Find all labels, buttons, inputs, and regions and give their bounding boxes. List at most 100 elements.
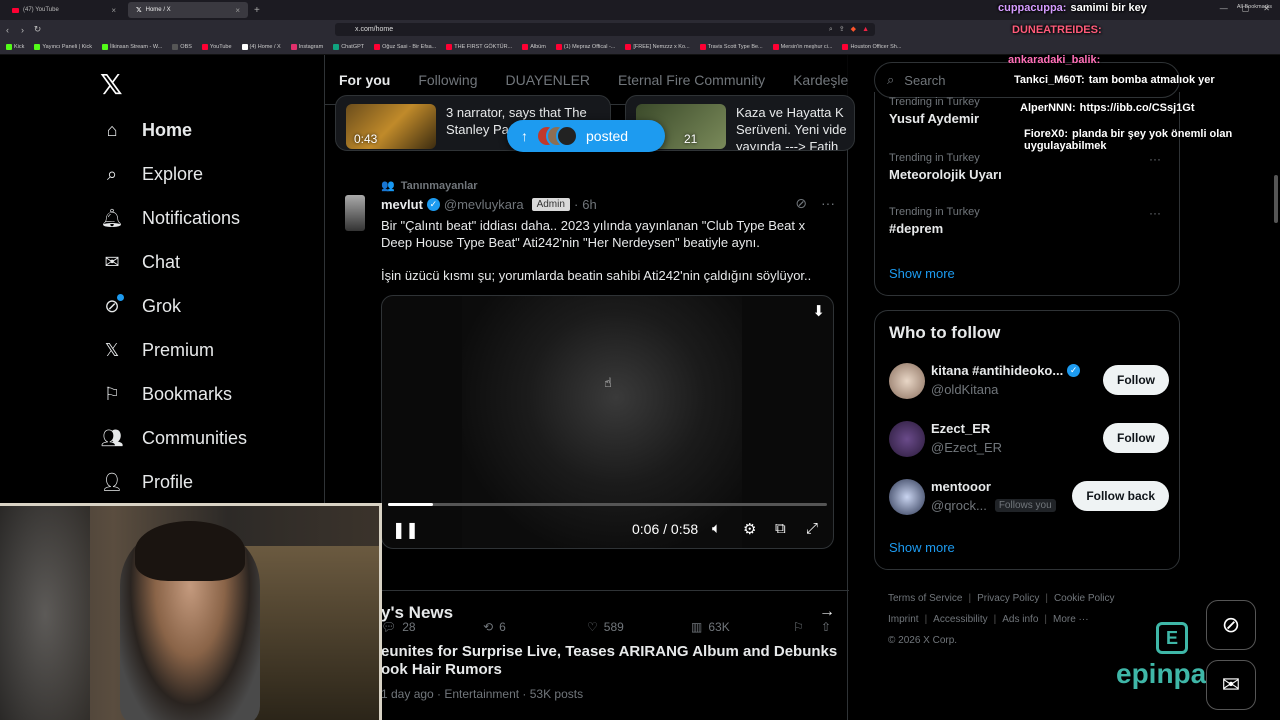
- footer-link[interactable]: Privacy Policy: [977, 593, 1039, 604]
- share-icon[interactable]: ⇪: [839, 23, 845, 36]
- bookmark-item[interactable]: Travis Scott Type Be...: [699, 43, 763, 50]
- brave-rewards-icon[interactable]: ▲: [862, 23, 869, 36]
- footer-link[interactable]: Terms of Service: [888, 593, 962, 604]
- video-progress-bar[interactable]: [388, 503, 827, 506]
- bookmark-item[interactable]: Mersin'in meşhur ci...: [772, 43, 832, 50]
- url-bar[interactable]: x.com/home ⌕ ⇪ ◆ ▲: [335, 23, 875, 36]
- bookmark-item[interactable]: Yayıncı Paneli | Kick: [34, 43, 92, 50]
- bookmark-item[interactable]: Kick: [6, 43, 24, 50]
- bookmark-label: THE FIRST GÖKTÜR...: [454, 43, 513, 50]
- tweet[interactable]: 👥 Tanınmayanlar mevlut ✓ @mevluykara Adm…: [325, 165, 849, 634]
- footer-link[interactable]: Ads info: [1002, 614, 1038, 625]
- bookmark-item[interactable]: Instagram: [290, 43, 323, 50]
- webcam-overlay: [0, 503, 382, 720]
- user-name: Ezect_ER: [931, 421, 991, 436]
- todays-news[interactable]: y's News → eunites for Surprise Live, Te…: [325, 590, 849, 720]
- tab-youtube[interactable]: (47) YouTube ×: [4, 2, 124, 18]
- more-icon[interactable]: ···: [1149, 206, 1161, 220]
- bookmark-item[interactable]: ChatGPT: [333, 43, 364, 50]
- more-icon[interactable]: ···: [821, 195, 835, 212]
- download-icon[interactable]: ⬇: [812, 302, 825, 320]
- avatar[interactable]: [889, 363, 925, 399]
- forward-icon[interactable]: ›: [15, 25, 30, 35]
- zoom-icon[interactable]: ⌕: [829, 23, 833, 36]
- tweet-time[interactable]: 6h: [582, 197, 596, 212]
- chat-message: ankaradaki_balik:: [1008, 54, 1104, 66]
- close-tab-icon[interactable]: ×: [235, 6, 240, 15]
- author-handle[interactable]: @mevluykara: [444, 197, 524, 212]
- bookmark-item[interactable]: THE FIRST GÖKTÜR...: [446, 43, 513, 50]
- follow-suggestion[interactable]: kitana #antihideoko... ✓ @oldKitana Foll…: [889, 361, 1169, 401]
- video-player[interactable]: ⬇ ❚❚ 0:06 / 0:58 🔈︎ ⚙ ⧉ ⤢: [381, 295, 834, 549]
- bookmark-favicon-icon: [699, 43, 706, 50]
- follow-suggestion[interactable]: mentooor @qrock... Follows you Follow ba…: [889, 477, 1169, 517]
- news-headline[interactable]: eunites for Surprise Live, Teases ARIRAN…: [381, 643, 841, 679]
- nav-item-chat[interactable]: ✉ Chat: [100, 249, 180, 275]
- x-logo-icon[interactable]: 𝕏: [100, 68, 123, 101]
- volume-icon[interactable]: 🔈︎: [712, 520, 721, 537]
- bookmark-item[interactable]: OBS: [172, 43, 192, 50]
- nav-item-profile[interactable]: 👤︎ Profile: [100, 469, 193, 495]
- footer-link[interactable]: Imprint: [888, 614, 919, 625]
- bookmark-item[interactable]: (1) Mepraz Offical -...: [555, 43, 616, 50]
- bookmark-favicon-icon: [446, 43, 453, 50]
- bookmark-item[interactable]: İlkinsan Stream - W...: [102, 43, 162, 50]
- new-tab-button[interactable]: +: [254, 5, 260, 16]
- bookmark-label: (1) Mepraz Offical -...: [563, 43, 616, 50]
- bookmark-favicon-icon: [201, 43, 208, 50]
- chat-username: Tankci_M60T:: [1014, 74, 1085, 86]
- footer-separator: |: [924, 614, 928, 625]
- who-to-follow-show-more-link[interactable]: Show more: [889, 540, 955, 555]
- author-name[interactable]: mevlut: [381, 197, 423, 212]
- nav-item-notifications[interactable]: 🔔︎ Notifications: [100, 205, 240, 231]
- trends-show-more-link[interactable]: Show more: [889, 266, 955, 281]
- picture-in-picture-icon[interactable]: ⧉: [775, 520, 786, 537]
- follow-button[interactable]: Follow: [1103, 365, 1169, 395]
- close-tab-icon[interactable]: ×: [111, 6, 116, 15]
- avatar[interactable]: [345, 195, 365, 231]
- follow-suggestion[interactable]: Ezect_ER @Ezect_ER Follow: [889, 419, 1169, 459]
- follow-button[interactable]: Follow: [1103, 423, 1169, 453]
- nav-item-premium[interactable]: 𝕏 Premium: [100, 337, 214, 363]
- back-icon[interactable]: ‹: [0, 25, 15, 35]
- people-icon: 👥: [381, 180, 395, 192]
- profile-icon: 👤︎: [100, 471, 124, 492]
- chat-username: DUNEATREIDES:: [1012, 24, 1102, 36]
- trend-item[interactable]: Trending in Turkey #deprem ···: [889, 206, 1169, 236]
- brave-shield-icon[interactable]: ◆: [851, 23, 856, 36]
- follow-back-button[interactable]: Follow back: [1072, 481, 1169, 511]
- bookmark-favicon-icon: [842, 43, 849, 50]
- chat-message: DUNEATREIDES:: [1012, 24, 1106, 36]
- footer-link[interactable]: Accessibility: [933, 614, 987, 625]
- avatar[interactable]: [889, 479, 925, 515]
- nav-item-grok[interactable]: ⊘ Grok: [100, 293, 181, 319]
- footer-link[interactable]: Cookie Policy: [1054, 593, 1115, 604]
- footer-link[interactable]: More ···: [1053, 614, 1089, 625]
- mouse-cursor-icon: ☝: [604, 375, 612, 390]
- home-icon: ⌂: [106, 119, 118, 140]
- bookmark-item[interactable]: Oğuz Sasi - Bir Efsa...: [374, 43, 436, 50]
- nav-item-communities[interactable]: 👥︎ Communities: [100, 425, 247, 451]
- messages-float-button[interactable]: ✉: [1206, 660, 1256, 710]
- new-posts-pill[interactable]: ↑ posted: [507, 120, 665, 152]
- arrow-right-icon[interactable]: →: [819, 603, 835, 621]
- page-scrollbar[interactable]: [1274, 175, 1278, 223]
- fullscreen-icon[interactable]: ⤢: [806, 520, 818, 537]
- avatar[interactable]: [889, 421, 925, 457]
- grok-float-button[interactable]: ⊘: [1206, 600, 1256, 650]
- avatar: [556, 125, 578, 147]
- tab-x-home[interactable]: 𝕏 Home / X ×: [128, 2, 248, 18]
- bookmark-item[interactable]: (4) Home / X: [241, 43, 281, 50]
- nav-item-explore[interactable]: ⌕ Explore: [100, 161, 203, 187]
- footer-separator: |: [993, 614, 997, 625]
- bookmark-item[interactable]: YouTube: [201, 43, 232, 50]
- settings-icon[interactable]: ⚙: [743, 520, 756, 538]
- bookmark-item[interactable]: Houston Officer Sh...: [842, 43, 901, 50]
- bookmark-item[interactable]: Albüm: [522, 43, 546, 50]
- nav-item-bookmarks[interactable]: ⚐ Bookmarks: [100, 381, 232, 407]
- nav-item-home[interactable]: ⌂ Home: [100, 117, 192, 143]
- pause-icon[interactable]: ❚❚: [392, 520, 419, 540]
- bookmark-item[interactable]: [FREE] Nemzzz x Ko...: [625, 43, 690, 50]
- grok-icon[interactable]: ⊘: [795, 195, 807, 212]
- reload-icon[interactable]: ↻: [30, 24, 45, 35]
